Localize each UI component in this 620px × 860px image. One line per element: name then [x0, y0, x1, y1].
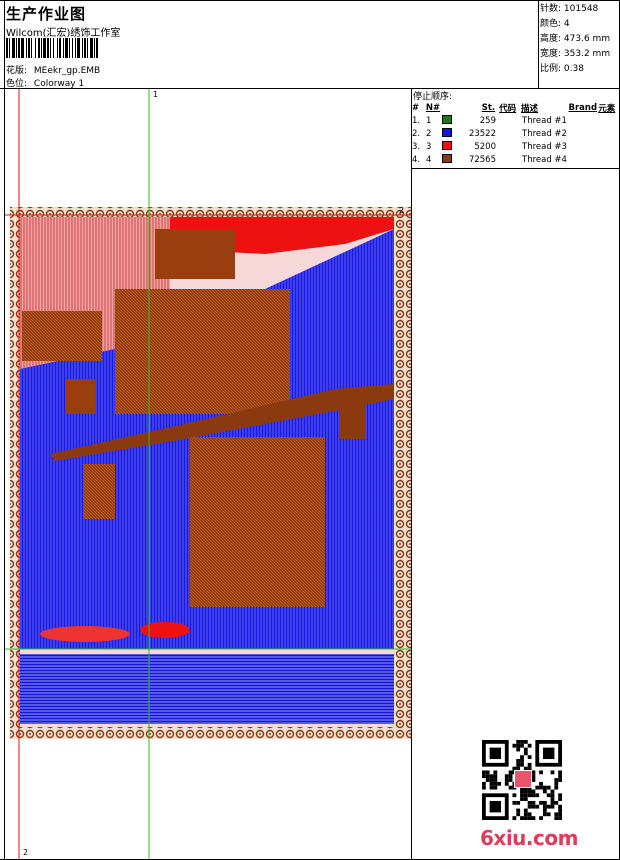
- bracket: [340, 399, 365, 439]
- qr-logo: [514, 770, 532, 788]
- balcony-left: [22, 311, 102, 361]
- water: [20, 654, 394, 724]
- lower-lattice: [190, 437, 325, 607]
- table-row: 2. 2 23522 Thread #2: [412, 127, 567, 139]
- stats-box: 针数: 101548 颜色: 4 高度: 473.6 mm 宽度: 353.2 …: [540, 2, 620, 77]
- upper-sign: [155, 229, 235, 279]
- small-panel: [65, 379, 95, 414]
- thread-color-swatch: [442, 114, 452, 124]
- design-row: 花版: MEekr_gp.EMB: [6, 63, 100, 76]
- company-name: Wilcom(汇宏)绣饰工作室: [6, 28, 121, 39]
- thread-table-header: # N# St. 代码 描述 Brand 元素: [412, 103, 616, 114]
- upper-lattice: [115, 289, 290, 414]
- stat-stitches: 针数: 101548: [540, 4, 599, 14]
- watermark: 6xiu.com: [480, 826, 578, 850]
- design-label: 花版:: [6, 66, 28, 76]
- stat-scale: 比例: 0.38: [540, 64, 584, 74]
- stats-divider: [538, 0, 539, 88]
- table-row: 1. 1 259 Thread #1: [412, 114, 567, 126]
- table-row: 4. 4 72565 Thread #4: [412, 153, 567, 165]
- window-left: [83, 464, 115, 519]
- panel-divider: [411, 88, 412, 860]
- barcode: [6, 38, 98, 58]
- embroidery-preview: 1 2 2: [5, 89, 411, 859]
- red-object-right: [140, 622, 190, 638]
- stat-height: 高度: 473.6 mm: [540, 34, 611, 44]
- thread-color-swatch: [442, 140, 452, 150]
- thread-table: # N# St. 代码 描述 Brand 元素 1. 1 259 Thread …: [412, 102, 618, 166]
- thread-color-swatch: [442, 153, 452, 163]
- red-object-left: [40, 626, 130, 642]
- stat-width: 宽度: 353.2 mm: [540, 49, 611, 59]
- table-row: 3. 3 5200 Thread #3: [412, 140, 567, 152]
- thread-table-bottom: [411, 168, 620, 169]
- thread-color-swatch: [442, 127, 452, 137]
- ruler-label-h2: 2: [399, 206, 404, 215]
- ruler-label-v2: 2: [23, 848, 28, 857]
- frame-top: [0, 0, 620, 1]
- design-value: MEekr_gp.EMB: [33, 66, 101, 76]
- ruler-label-v1: 1: [153, 90, 158, 99]
- stat-colors: 颜色: 4: [540, 19, 570, 29]
- page-title: 生产作业图: [6, 5, 87, 23]
- thread-sequence-title: 停止顺序:: [413, 92, 453, 102]
